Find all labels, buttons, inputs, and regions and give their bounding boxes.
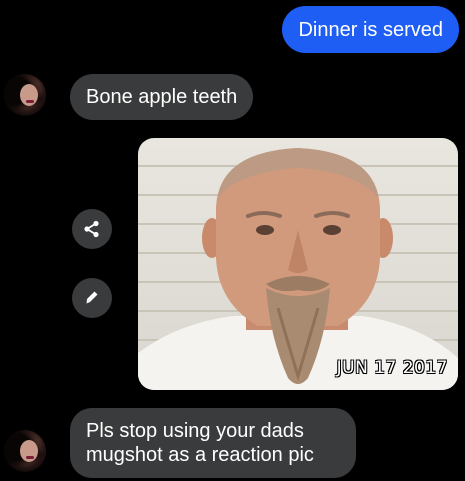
contact-avatar[interactable] — [4, 430, 46, 472]
date-stamp: JUN 17 2017 — [336, 358, 448, 378]
mugshot-illustration — [138, 148, 458, 390]
edit-button[interactable] — [72, 278, 112, 318]
contact-avatar[interactable] — [4, 74, 46, 116]
received-message-bubble[interactable]: Pls stop using your dads mugshot as a re… — [70, 408, 356, 478]
pencil-icon — [86, 291, 98, 304]
shared-photo[interactable]: JUN 17 2017 — [138, 138, 458, 390]
received-message-bubble[interactable]: Bone apple teeth — [70, 74, 254, 120]
sent-message-bubble[interactable]: Dinner is served — [282, 6, 459, 53]
share-icon — [84, 220, 99, 238]
share-button[interactable] — [72, 209, 112, 249]
